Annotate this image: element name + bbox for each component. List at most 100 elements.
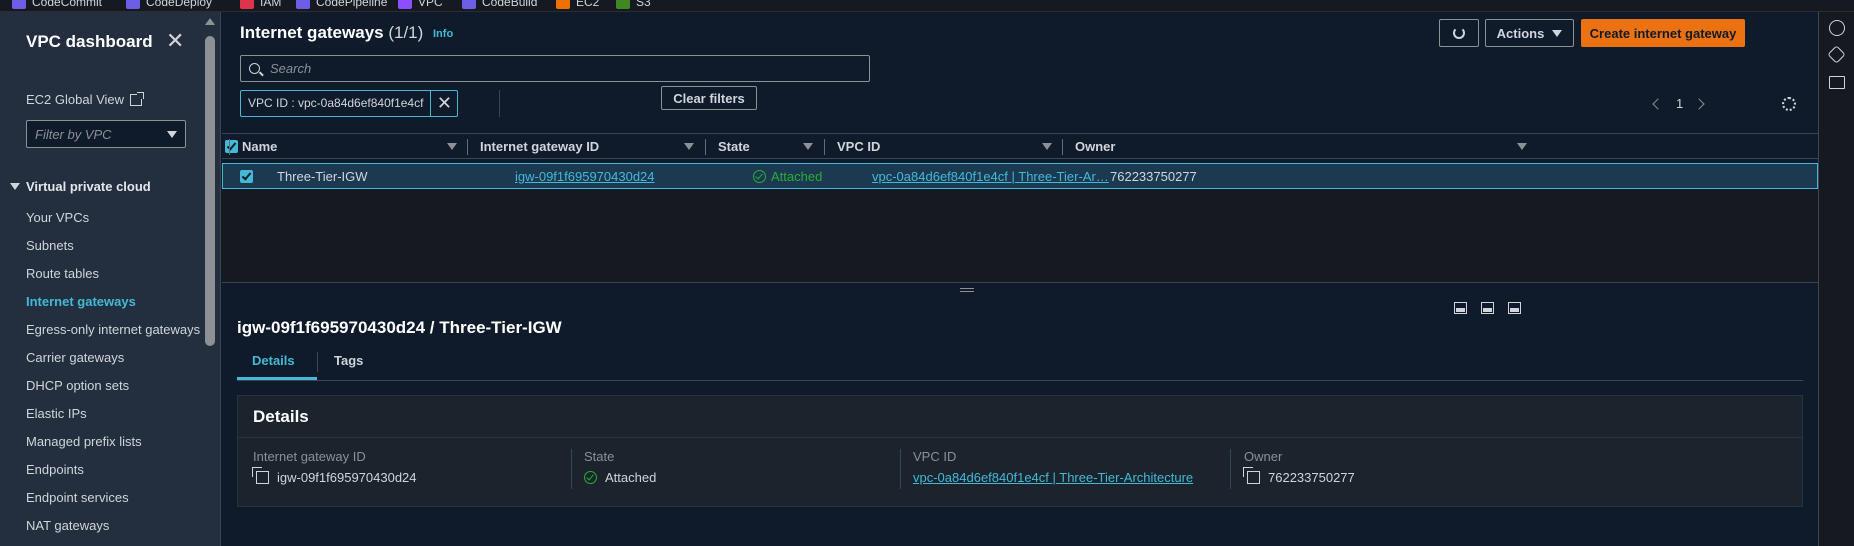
table-header: Name Internet gateway ID State VPC ID Ow…: [222, 133, 1818, 159]
row-owner: 762233750277: [1110, 169, 1197, 184]
vpc-id-link[interactable]: vpc-0a84d6ef840f1e4cf | Three-Tier-Archi…: [913, 470, 1193, 485]
next-page-icon[interactable]: [1693, 98, 1705, 110]
sidebar-item-your-vpcs[interactable]: Your VPCs: [26, 208, 206, 228]
search-field[interactable]: [240, 55, 870, 82]
sidebar-item-endpoints[interactable]: Endpoints: [26, 460, 206, 480]
favorite-codebuild[interactable]: CodeBuild: [462, 0, 537, 10]
row-igw-id-link[interactable]: igw-09f1f695970430d24: [515, 169, 655, 184]
clear-filters-button[interactable]: Clear filters: [661, 86, 757, 110]
favorite-label: CodeDeploy: [146, 0, 213, 9]
column-divider[interactable]: [467, 139, 468, 155]
favorite-label: CodePipeline: [316, 0, 388, 9]
sort-icon[interactable]: [447, 143, 457, 150]
copy-icon[interactable]: [1243, 467, 1260, 484]
column-header-state[interactable]: State: [718, 139, 750, 154]
split-panel-bottom-icon[interactable]: [1454, 302, 1467, 314]
gear-icon[interactable]: [1782, 97, 1796, 111]
row-name: Three-Tier-IGW: [277, 169, 368, 184]
divider: [1230, 449, 1231, 489]
sidebar-item-carrier-gateways[interactable]: Carrier gateways: [26, 348, 206, 368]
sidebar-scrollbar[interactable]: [205, 36, 215, 346]
column-divider: [229, 139, 230, 155]
drag-handle-icon[interactable]: [960, 288, 974, 292]
codecommit-icon: [12, 0, 26, 9]
s3-icon: [616, 0, 630, 9]
split-panel-side-icon[interactable]: [1481, 302, 1494, 314]
column-header-owner[interactable]: Owner: [1075, 139, 1115, 154]
field-value: igw-09f1f695970430d24: [252, 467, 417, 485]
sort-icon[interactable]: [803, 143, 813, 150]
column-header-igw-id[interactable]: Internet gateway ID: [480, 139, 599, 154]
column-divider[interactable]: [1062, 139, 1063, 155]
sidebar-item-nat-gateways[interactable]: NAT gateways: [26, 516, 206, 536]
divider: [571, 449, 572, 489]
favorite-s3[interactable]: S3: [616, 0, 651, 10]
field-igw-id: Internet gateway ID igw-09f1f695970430d2…: [252, 449, 417, 485]
sidebar-item-elastic-ips[interactable]: Elastic IPs: [26, 404, 206, 424]
column-header-name[interactable]: Name: [242, 139, 277, 154]
create-internet-gateway-button[interactable]: Create internet gateway: [1581, 19, 1745, 47]
field-value: Attached: [584, 470, 656, 485]
split-panel-resize-handle[interactable]: [222, 282, 1818, 298]
details-card: Details Internet gateway ID igw-09f1f695…: [237, 395, 1803, 507]
previous-page-icon[interactable]: [1652, 98, 1664, 110]
tab-details[interactable]: Details: [252, 353, 295, 368]
feedback-icon[interactable]: [1827, 45, 1846, 64]
favorite-codedeploy[interactable]: CodeDeploy: [126, 0, 212, 10]
sidebar-item-internet-gateways[interactable]: Internet gateways: [26, 292, 206, 312]
favorite-label: CodeBuild: [482, 0, 538, 9]
favorite-vpc[interactable]: VPC: [398, 0, 443, 10]
field-label: Owner: [1244, 449, 1283, 464]
owner-value: 762233750277: [1268, 470, 1355, 485]
gateways-table: Name Internet gateway ID State VPC ID Ow…: [222, 133, 1818, 189]
info-icon[interactable]: [1829, 20, 1845, 36]
caret-down-icon: [167, 130, 177, 138]
ec2-global-view-link[interactable]: EC2 Global View: [26, 91, 145, 107]
select-all-checkbox[interactable]: [225, 140, 238, 153]
sort-icon[interactable]: [1517, 143, 1527, 150]
tab-divider: [317, 352, 318, 372]
sidebar-item-subnets[interactable]: Subnets: [26, 236, 206, 256]
page-number[interactable]: 1: [1676, 96, 1683, 111]
column-divider[interactable]: [824, 139, 825, 155]
favorite-codepipeline[interactable]: CodePipeline: [296, 0, 387, 10]
remove-filter-icon[interactable]: ✕: [431, 91, 457, 116]
sort-icon[interactable]: [684, 143, 694, 150]
filter-token[interactable]: VPC ID : vpc-0a84d6ef840f1e4cf ✕: [240, 90, 459, 117]
close-icon[interactable]: ✕: [166, 30, 184, 52]
sidebar-item-endpoint-services[interactable]: Endpoint services: [26, 488, 206, 508]
help-panel-icon[interactable]: [1829, 76, 1845, 89]
copy-icon[interactable]: [252, 467, 269, 484]
favorite-codecommit[interactable]: CodeCommit: [12, 0, 102, 10]
favorite-label: S3: [636, 0, 651, 9]
favorites-bar: CodeCommit CodeDeploy IAM CodePipeline V…: [0, 0, 1854, 12]
field-value: vpc-0a84d6ef840f1e4cf | Three-Tier-Archi…: [913, 470, 1193, 485]
scroll-up-arrow-icon[interactable]: [205, 18, 215, 25]
sidebar-item-egress-only-internet-gateways[interactable]: Egress-only internet gateways: [26, 320, 206, 340]
ec2-icon: [556, 0, 570, 9]
tab-tags[interactable]: Tags: [334, 353, 363, 368]
column-divider[interactable]: [705, 139, 706, 155]
sidebar-section-virtual-private-cloud[interactable]: Virtual private cloud: [10, 179, 151, 194]
caret-down-icon: [1552, 29, 1563, 37]
table-row[interactable]: Three-Tier-IGW igw-09f1f695970430d24 Att…: [222, 163, 1818, 189]
sidebar-item-dhcp-option-sets[interactable]: DHCP option sets: [26, 376, 206, 396]
split-panel-full-icon[interactable]: [1508, 302, 1521, 314]
info-link[interactable]: Info: [433, 28, 453, 40]
sidebar-item-route-tables[interactable]: Route tables: [26, 264, 206, 284]
sidebar-title[interactable]: VPC dashboard: [26, 32, 153, 52]
search-input[interactable]: [270, 61, 850, 76]
column-header-vpc-id[interactable]: VPC ID: [837, 139, 880, 154]
divider: [900, 449, 901, 489]
favorite-ec2[interactable]: EC2: [556, 0, 599, 10]
row-vpc-id-link[interactable]: vpc-0a84d6ef840f1e4cf | Three-Tier-Ar…: [872, 169, 1109, 184]
sort-icon[interactable]: [1042, 143, 1052, 150]
refresh-icon: [1453, 27, 1465, 39]
filter-by-vpc-select[interactable]: Filter by VPC: [26, 120, 186, 148]
sidebar-item-managed-prefix-lists[interactable]: Managed prefix lists: [26, 432, 206, 452]
refresh-button[interactable]: [1439, 19, 1479, 47]
actions-button[interactable]: Actions: [1485, 19, 1574, 47]
favorite-iam[interactable]: IAM: [240, 0, 281, 10]
row-checkbox[interactable]: [240, 170, 253, 183]
detail-title: igw-09f1f695970430d24 / Three-Tier-IGW: [237, 318, 562, 337]
